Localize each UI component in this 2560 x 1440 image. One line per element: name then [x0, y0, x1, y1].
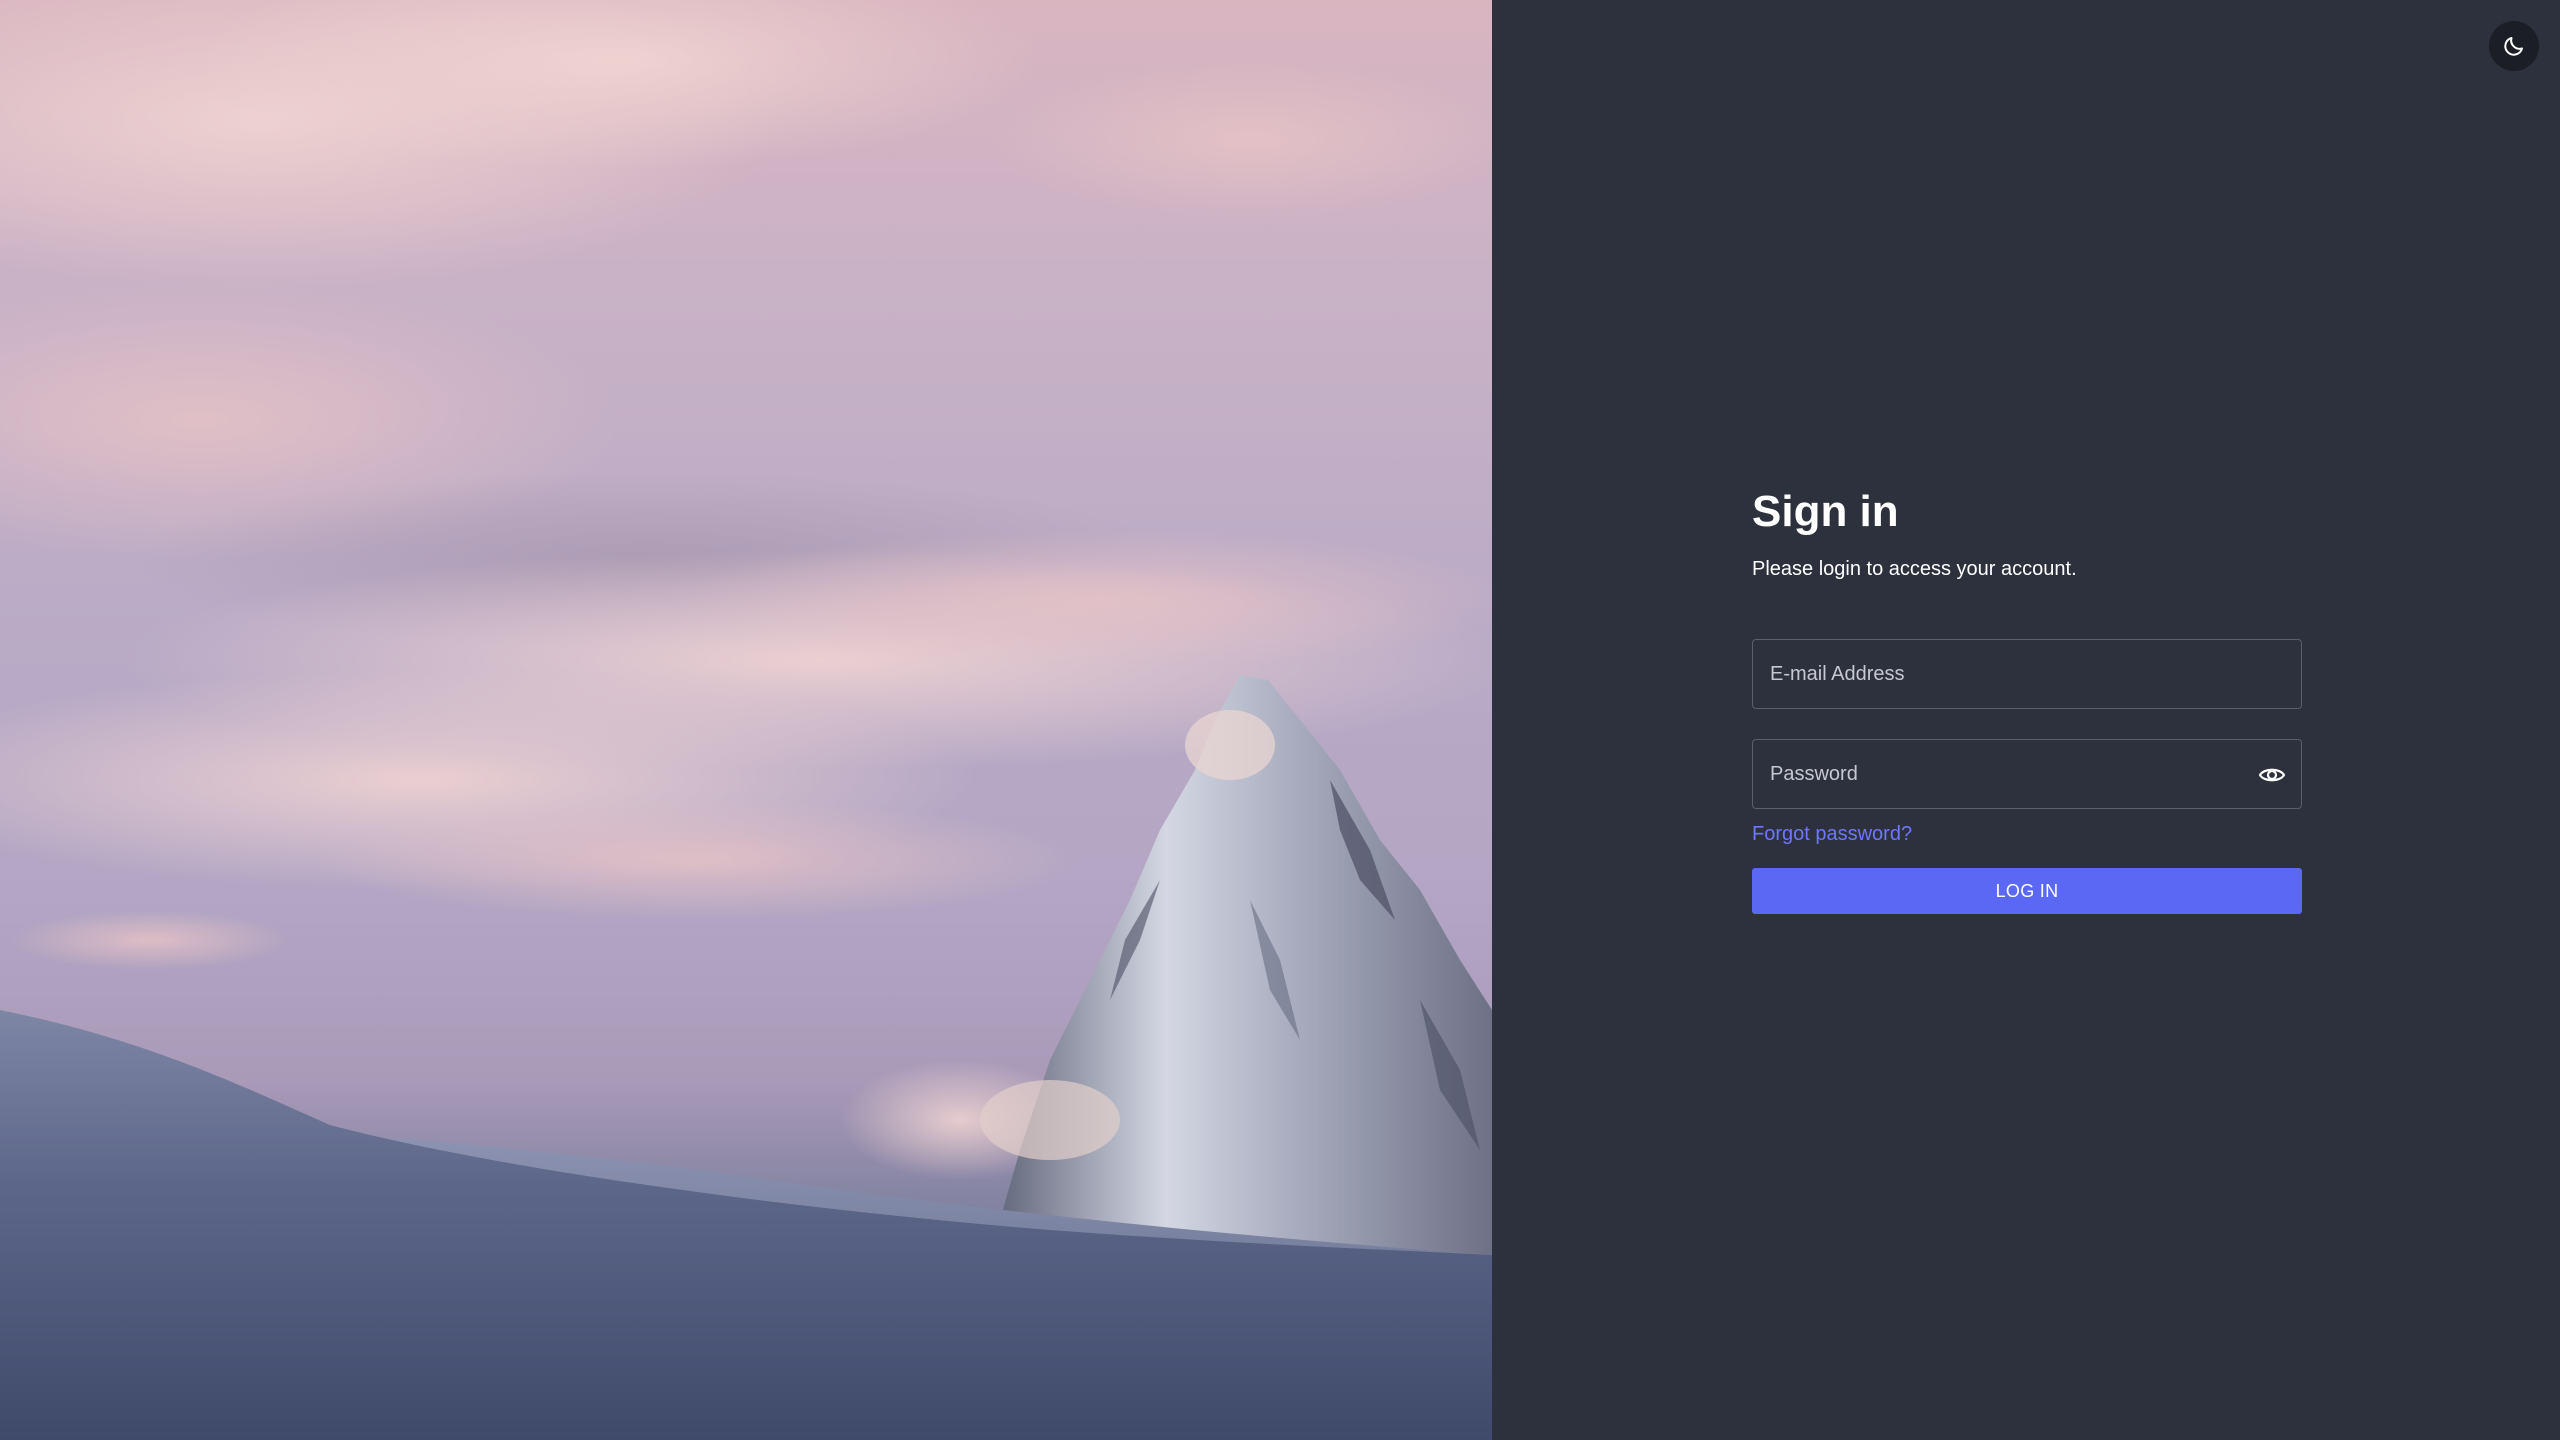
moon-icon — [2504, 37, 2523, 56]
login-page: Sign in Please login to access your acco… — [0, 0, 2560, 1440]
login-button[interactable]: LOG IN — [1752, 868, 2302, 914]
hero-image — [0, 0, 1492, 1440]
login-form: Sign in Please login to access your acco… — [1752, 482, 2302, 914]
mountain-illustration — [0, 0, 1492, 1440]
password-field[interactable] — [1753, 740, 2301, 808]
eye-icon[interactable] — [2257, 761, 2287, 789]
theme-toggle-button[interactable] — [2489, 21, 2539, 71]
email-field-container — [1752, 639, 2302, 709]
email-field[interactable] — [1753, 640, 2301, 708]
password-field-container — [1752, 739, 2302, 809]
forgot-password-link[interactable]: Forgot password? — [1752, 821, 2302, 847]
login-subtitle: Please login to access your account. — [1752, 558, 2077, 580]
page-title: Sign in — [1752, 487, 1899, 536]
